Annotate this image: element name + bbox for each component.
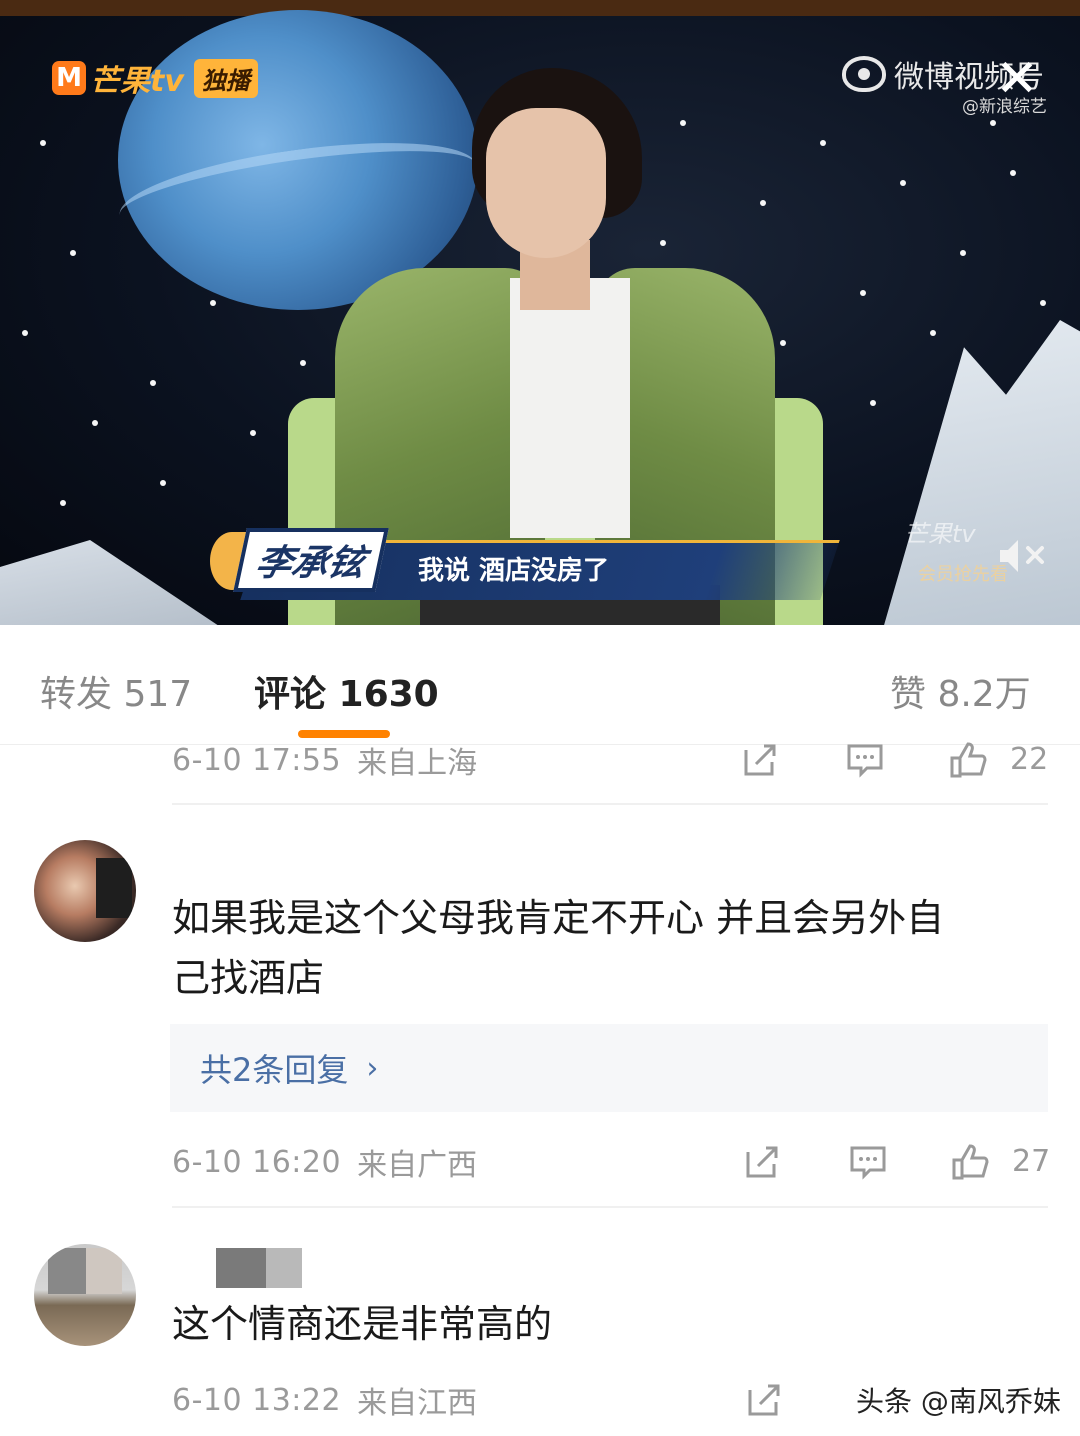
mgtv-watermark-sub: 会员抢先看 (918, 564, 1008, 585)
mgtv-logo-text: 芒果tv (90, 64, 184, 99)
active-tab-indicator (298, 730, 390, 738)
shirt (510, 278, 630, 538)
comment-meta: 6-10 17:55 来自上海 (172, 740, 1048, 782)
comment-text-line: 如果我是这个父母我肯定不开心 并且会另外自 (172, 896, 945, 940)
mgtv-logo-mark: M (52, 61, 86, 95)
avatar-redaction (86, 1248, 122, 1294)
subtitle-text: 我说 酒店没房了 (418, 556, 610, 586)
speaker-name: 李承铉 (233, 528, 389, 592)
avatar[interactable] (34, 840, 136, 942)
like-count: 22 (1010, 742, 1049, 777)
close-icon[interactable]: ✕ (990, 52, 1044, 106)
comment-location: 来自广西 (357, 1148, 478, 1183)
avatar-redaction (48, 1248, 86, 1294)
comment-text-line: 己找酒店 (172, 956, 325, 1000)
tab-repost[interactable]: 转发 517 (40, 665, 192, 717)
exclusive-tag: 独播 (193, 58, 258, 98)
comment-time: 6-10 17:55 (172, 742, 342, 778)
chevron-right-icon: › (366, 1050, 379, 1086)
avatar-redaction (96, 858, 132, 918)
like-count: 27 (1012, 1144, 1051, 1179)
username-redaction (216, 1248, 266, 1288)
comment-text: 如果我是这个父母我肯定不开心 并且会另外自 己找酒店 (172, 888, 1032, 1008)
comment-time: 6-10 13:22 (172, 1382, 342, 1418)
comment-time: 6-10 16:20 (172, 1144, 342, 1180)
comment-meta: 6-10 16:20 来自广西 (172, 1142, 1048, 1184)
tab-comments[interactable]: 评论 1630 (254, 665, 439, 717)
comment-icon[interactable] (848, 1142, 888, 1182)
interaction-tabs: 转发 517 评论 1630 赞 8.2万 (0, 625, 1080, 745)
comment-location: 来自上海 (357, 746, 478, 781)
tab-likes[interactable]: 赞 8.2万 (890, 665, 1031, 717)
face (486, 108, 606, 258)
view-replies-button[interactable]: 共2条回复 › (170, 1024, 1048, 1112)
share-icon[interactable] (740, 740, 780, 780)
comment-text: 这个情商还是非常高的 (172, 1302, 553, 1346)
weibo-icon (842, 56, 886, 92)
mute-icon (1000, 540, 1044, 572)
video-player[interactable]: M 芒果tv 独播 微博视频号 @新浪综艺 ✕ 李承铉 我说 酒店没房了 芒果t… (0, 0, 1080, 625)
share-icon[interactable] (744, 1380, 784, 1420)
mgtv-logo: M 芒果tv 独播 (52, 58, 258, 99)
mgtv-watermark: 芒果tv (904, 520, 976, 548)
replies-label: 共2条回复 (200, 1051, 349, 1089)
username-redaction (266, 1248, 302, 1288)
toutiao-watermark: 头条 @南风乔妹 (850, 1378, 1067, 1422)
comment-divider (172, 1206, 1048, 1208)
comment-icon[interactable] (845, 740, 885, 780)
like-icon[interactable] (948, 740, 988, 780)
comment-location: 来自江西 (357, 1386, 478, 1421)
mute-button[interactable] (996, 536, 1052, 576)
video-top-strip (0, 0, 1080, 16)
avatar[interactable] (34, 1244, 136, 1346)
like-icon[interactable] (950, 1142, 990, 1182)
share-icon[interactable] (742, 1142, 782, 1182)
comment-divider (172, 803, 1048, 805)
